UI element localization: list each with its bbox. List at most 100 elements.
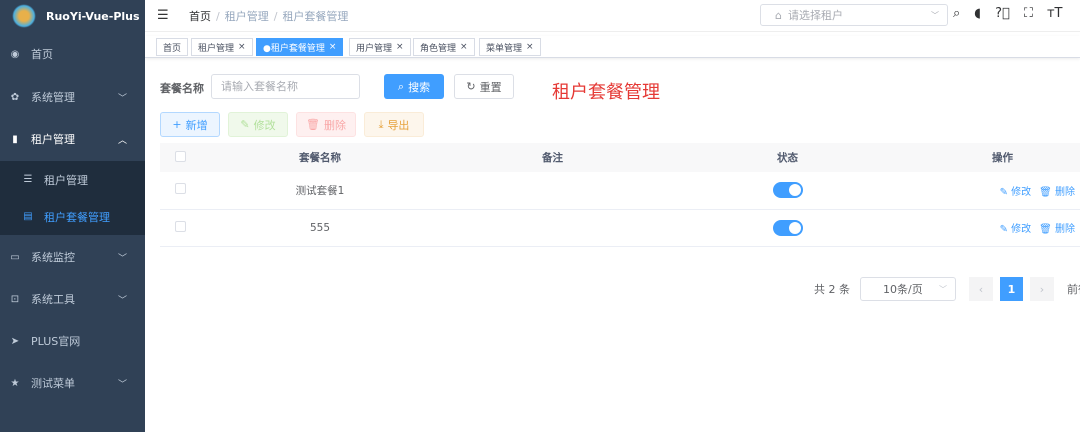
label: 首页	[31, 48, 53, 61]
chevron-down-icon: ﹀	[117, 295, 127, 306]
app-name: RuoYi-Vue-Plus	[46, 9, 140, 23]
label: 删除	[323, 118, 346, 132]
star-icon: ★	[10, 377, 20, 389]
select-all[interactable]	[160, 143, 200, 172]
download-icon: ⤓	[378, 117, 384, 131]
sidebar-item-plus[interactable]: ➤ PLUS官网	[0, 321, 145, 361]
search-button[interactable]: ⌕ 搜索	[384, 74, 444, 99]
prev-page-button[interactable]: ‹	[969, 277, 993, 301]
label: 用户管理	[356, 43, 393, 54]
placeholder: 请选择租户	[787, 9, 843, 22]
separator: /	[273, 9, 278, 23]
col-actions: 操作	[910, 143, 1080, 172]
logo[interactable]: RuoYi-Vue-Plus	[0, 0, 145, 32]
label: 重置	[479, 80, 502, 94]
monitor-icon: ▭	[10, 251, 20, 263]
sidebar-item-tenant-package[interactable]: ▤ 租户套餐管理	[0, 198, 145, 235]
logo-icon	[12, 4, 36, 28]
navbar: ☰ 首页 / 租户管理 / 租户套餐管理 ⌂ 请选择租户 ﹀ ⌕ ◖ ?⃝ ⛶ тT	[145, 0, 1080, 32]
label: 首页	[163, 43, 182, 54]
label: 角色管理	[420, 43, 457, 54]
edit-link[interactable]: ✎ 修改	[1000, 224, 1032, 235]
delete-link[interactable]: 🗑 删除	[1039, 187, 1075, 198]
gear-icon: ✿	[10, 91, 20, 103]
label: 新增	[185, 118, 208, 132]
tags-view: 首页 租户管理 × ●租户套餐管理 × 用户管理 × 角色管理 × 菜单管理 ×	[145, 36, 1080, 58]
status-toggle[interactable]	[772, 219, 803, 236]
send-icon: ➤	[10, 335, 20, 347]
tenant-select[interactable]: ⌂ 请选择租户 ﹀	[760, 4, 948, 26]
close-icon[interactable]: ×	[396, 42, 404, 52]
close-icon[interactable]: ×	[329, 42, 337, 52]
status-toggle[interactable]	[772, 182, 803, 199]
tag-home[interactable]: 首页	[156, 38, 189, 56]
fullscreen-icon[interactable]: ⛶	[1024, 6, 1033, 21]
hamburger-icon[interactable]: ☰	[157, 8, 171, 23]
sidebar-item-test[interactable]: ★ 测试菜单 ﹀	[0, 363, 145, 403]
close-icon[interactable]: ×	[460, 42, 468, 52]
sidebar-item-home[interactable]: ◉ 首页	[0, 34, 145, 74]
refresh-icon: ↻	[466, 80, 476, 93]
label: 租户管理	[44, 173, 88, 187]
delete-button[interactable]: 🗑 删除	[296, 112, 356, 137]
page-1-button[interactable]: 1	[1000, 277, 1023, 301]
checkbox[interactable]	[174, 150, 186, 162]
dashboard-icon: ◉	[10, 48, 20, 60]
search-icon[interactable]: ⌕	[953, 6, 960, 21]
package-name-label: 套餐名称	[160, 82, 204, 95]
breadcrumb-item: 租户套餐管理	[282, 9, 349, 23]
sidebar-item-tenant-list[interactable]: ☰ 租户管理	[0, 161, 145, 198]
reset-button[interactable]: ↻ 重置	[454, 74, 514, 99]
main: ☰ 首页 / 租户管理 / 租户套餐管理 ⌂ 请选择租户 ﹀ ⌕ ◖ ?⃝ ⛶ тT 首页 …	[145, 0, 1080, 432]
label: 测试菜单	[31, 377, 75, 390]
edit-button[interactable]: ✎ 修改	[228, 112, 288, 137]
table-row: 测试套餐1 ✎ 修改 🗑 删除	[160, 172, 1080, 210]
tag-tenant-package[interactable]: ●租户套餐管理 ×	[256, 38, 344, 56]
page-size-select[interactable]: 10条/页 ﹀	[860, 277, 956, 301]
package-name-input[interactable]: 请输入套餐名称	[211, 74, 360, 99]
next-page-button[interactable]: ›	[1030, 277, 1054, 301]
plus-icon: +	[172, 118, 182, 131]
edit-icon: ✎	[240, 118, 250, 131]
package-remark	[440, 209, 665, 247]
chevron-down-icon: ﹀	[117, 253, 127, 264]
label: ●租户套餐管理	[263, 43, 325, 54]
font-size-icon[interactable]: тT	[1047, 6, 1063, 21]
breadcrumb-item[interactable]: 首页	[189, 10, 211, 23]
label: 10条/页	[883, 283, 923, 296]
package-name: 555	[200, 209, 440, 247]
label: 修改	[253, 118, 276, 132]
edit-link[interactable]: ✎ 修改	[1000, 187, 1032, 198]
label: 系统管理	[31, 91, 75, 104]
package-remark	[440, 172, 665, 210]
separator: /	[216, 9, 220, 23]
label: 修改	[1011, 224, 1032, 235]
sidebar-item-tools[interactable]: ⊡ 系统工具 ﹀	[0, 279, 145, 319]
breadcrumb-item: 租户管理	[224, 9, 269, 23]
add-button[interactable]: + 新增	[160, 112, 220, 137]
sidebar-item-tenant[interactable]: ▮ 租户管理 ︿	[0, 119, 145, 159]
package-name: 测试套餐1	[200, 172, 440, 210]
label: 删除	[1055, 224, 1075, 235]
sidebar: RuoYi-Vue-Plus ◉ 首页 ✿ 系统管理 ﹀ ▮ 租户管理 ︿ ☰ 租户管理 ▤…	[0, 0, 145, 432]
sidebar-item-monitor[interactable]: ▭ 系统监控 ﹀	[0, 237, 145, 277]
close-icon[interactable]: ×	[526, 42, 534, 52]
tag-user[interactable]: 用户管理 ×	[349, 38, 411, 56]
tool-icon: ⊡	[10, 293, 20, 305]
help-icon[interactable]: ?⃝	[995, 6, 1010, 21]
page-title: 租户套餐管理	[552, 82, 660, 103]
github-icon[interactable]: ◖	[974, 6, 981, 21]
row-checkbox[interactable]	[174, 220, 186, 232]
row-checkbox[interactable]	[174, 183, 186, 195]
tag-role[interactable]: 角色管理 ×	[413, 38, 475, 56]
sidebar-item-system[interactable]: ✿ 系统管理 ﹀	[0, 77, 145, 117]
tag-tenant[interactable]: 租户管理 ×	[191, 38, 253, 56]
chevron-down-icon: ﹀	[931, 10, 939, 20]
label: 租户管理	[198, 43, 235, 54]
tag-menu[interactable]: 菜单管理 ×	[479, 38, 541, 56]
close-icon[interactable]: ×	[238, 42, 246, 52]
delete-link[interactable]: 🗑 删除	[1039, 224, 1075, 235]
export-button[interactable]: ⤓ 导出	[364, 112, 424, 137]
col-name: 套餐名称	[200, 143, 440, 172]
package-table: 套餐名称 备注 状态 操作 测试套餐1 ✎ 修改 🗑 删除 555 ✎ 修改 🗑 删…	[160, 143, 1080, 247]
